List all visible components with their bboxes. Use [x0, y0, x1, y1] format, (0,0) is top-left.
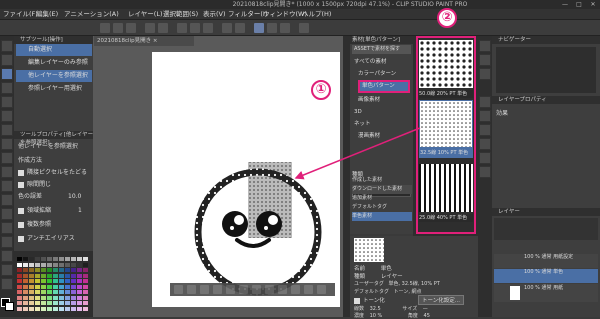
annotation-arrow [294, 127, 421, 180]
